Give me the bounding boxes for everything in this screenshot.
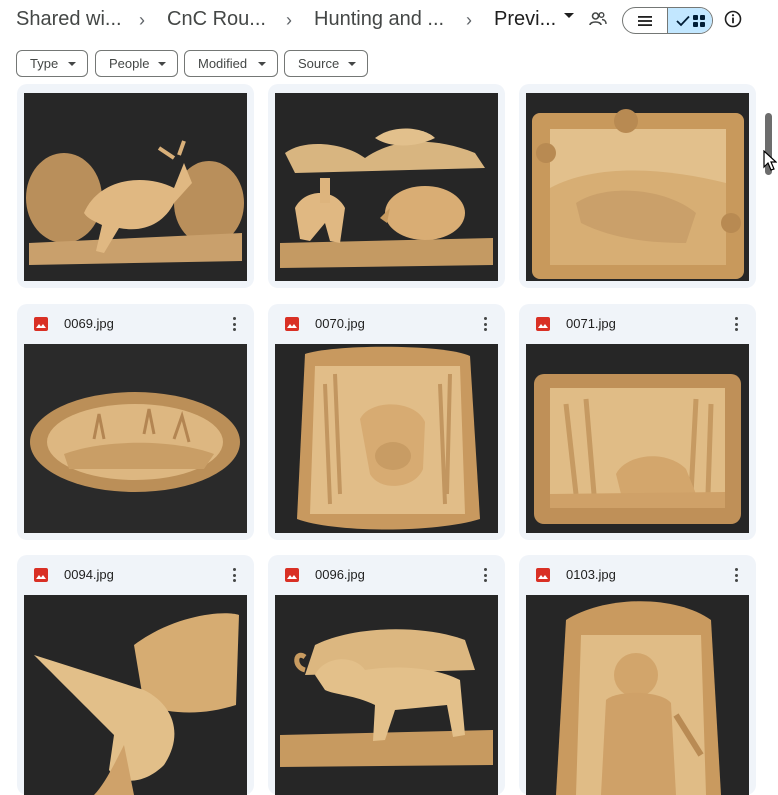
file-thumbnail <box>24 595 247 795</box>
filter-people-label: People <box>109 56 150 71</box>
filter-modified-chip[interactable]: Modified <box>184 50 278 77</box>
filter-source-chip[interactable]: Source <box>284 50 368 77</box>
grid-view-button[interactable] <box>668 8 712 33</box>
dropdown-icon <box>348 62 356 66</box>
image-file-icon <box>285 317 299 331</box>
dropdown-icon <box>158 62 166 66</box>
filter-type-label: Type <box>30 56 59 71</box>
file-thumbnail <box>24 93 247 281</box>
file-card[interactable]: 0071.jpg <box>519 304 756 540</box>
file-card-header: 0071.jpg <box>519 304 756 344</box>
more-options-icon[interactable] <box>228 566 240 584</box>
file-name: 0071.jpg <box>566 316 616 331</box>
file-card-header: 0069.jpg <box>17 304 254 344</box>
file-thumbnail <box>275 344 498 533</box>
chevron-right-icon: › <box>139 10 145 30</box>
file-card[interactable] <box>17 84 254 288</box>
file-name: 0069.jpg <box>64 316 114 331</box>
breadcrumb-item-shared[interactable]: Shared wi... <box>16 8 122 31</box>
file-card[interactable]: 0103.jpg <box>519 555 756 795</box>
breadcrumb-item-hunting[interactable]: Hunting and ... <box>314 8 444 31</box>
filter-source-label: Source <box>298 56 340 71</box>
more-options-icon[interactable] <box>730 566 742 584</box>
file-card[interactable] <box>268 84 505 288</box>
file-card[interactable]: 0070.jpg <box>268 304 505 540</box>
filter-type-chip[interactable]: Type <box>16 50 88 77</box>
more-options-icon[interactable] <box>479 566 491 584</box>
breadcrumb-item-cnc[interactable]: CnC Rou... <box>167 8 266 31</box>
filter-people-chip[interactable]: People <box>95 50 178 77</box>
image-file-icon <box>34 568 48 582</box>
file-thumbnail <box>526 344 749 533</box>
file-card[interactable]: 0094.jpg <box>17 555 254 795</box>
more-options-icon[interactable] <box>730 315 742 333</box>
file-name: 0070.jpg <box>315 316 365 331</box>
list-view-button[interactable] <box>623 8 668 33</box>
view-toggle <box>622 7 713 34</box>
file-thumbnail <box>24 344 247 533</box>
file-thumbnail <box>275 595 498 795</box>
file-thumbnail <box>526 595 749 795</box>
more-options-icon[interactable] <box>479 315 491 333</box>
file-card-header: 0070.jpg <box>268 304 505 344</box>
image-file-icon <box>536 317 550 331</box>
image-file-icon <box>536 568 550 582</box>
dropdown-icon <box>68 62 76 66</box>
file-name: 0096.jpg <box>315 567 365 582</box>
file-card[interactable] <box>519 84 756 288</box>
chevron-right-icon: › <box>466 10 472 30</box>
more-options-icon[interactable] <box>228 315 240 333</box>
list-icon <box>638 15 652 26</box>
file-card[interactable]: 0096.jpg <box>268 555 505 795</box>
file-card-header: 0094.jpg <box>17 555 254 595</box>
grid-icon <box>692 14 705 27</box>
chevron-down-icon[interactable] <box>564 13 574 18</box>
dropdown-icon <box>258 62 266 66</box>
people-icon[interactable] <box>588 9 612 33</box>
chevron-right-icon: › <box>286 10 292 30</box>
file-name: 0103.jpg <box>566 567 616 582</box>
breadcrumb: Shared wi... › CnC Rou... › Hunting and … <box>0 0 778 42</box>
file-thumbnail <box>526 93 749 281</box>
image-file-icon <box>285 568 299 582</box>
info-icon[interactable] <box>724 10 748 34</box>
image-file-icon <box>34 317 48 331</box>
check-icon <box>675 15 690 26</box>
file-card-header: 0096.jpg <box>268 555 505 595</box>
filter-modified-label: Modified <box>198 56 248 71</box>
file-name: 0094.jpg <box>64 567 114 582</box>
file-card[interactable]: 0069.jpg <box>17 304 254 540</box>
breadcrumb-item-current[interactable]: Previ... <box>494 8 556 31</box>
file-card-header: 0103.jpg <box>519 555 756 595</box>
file-thumbnail <box>275 93 498 281</box>
mouse-cursor-icon <box>763 150 777 171</box>
